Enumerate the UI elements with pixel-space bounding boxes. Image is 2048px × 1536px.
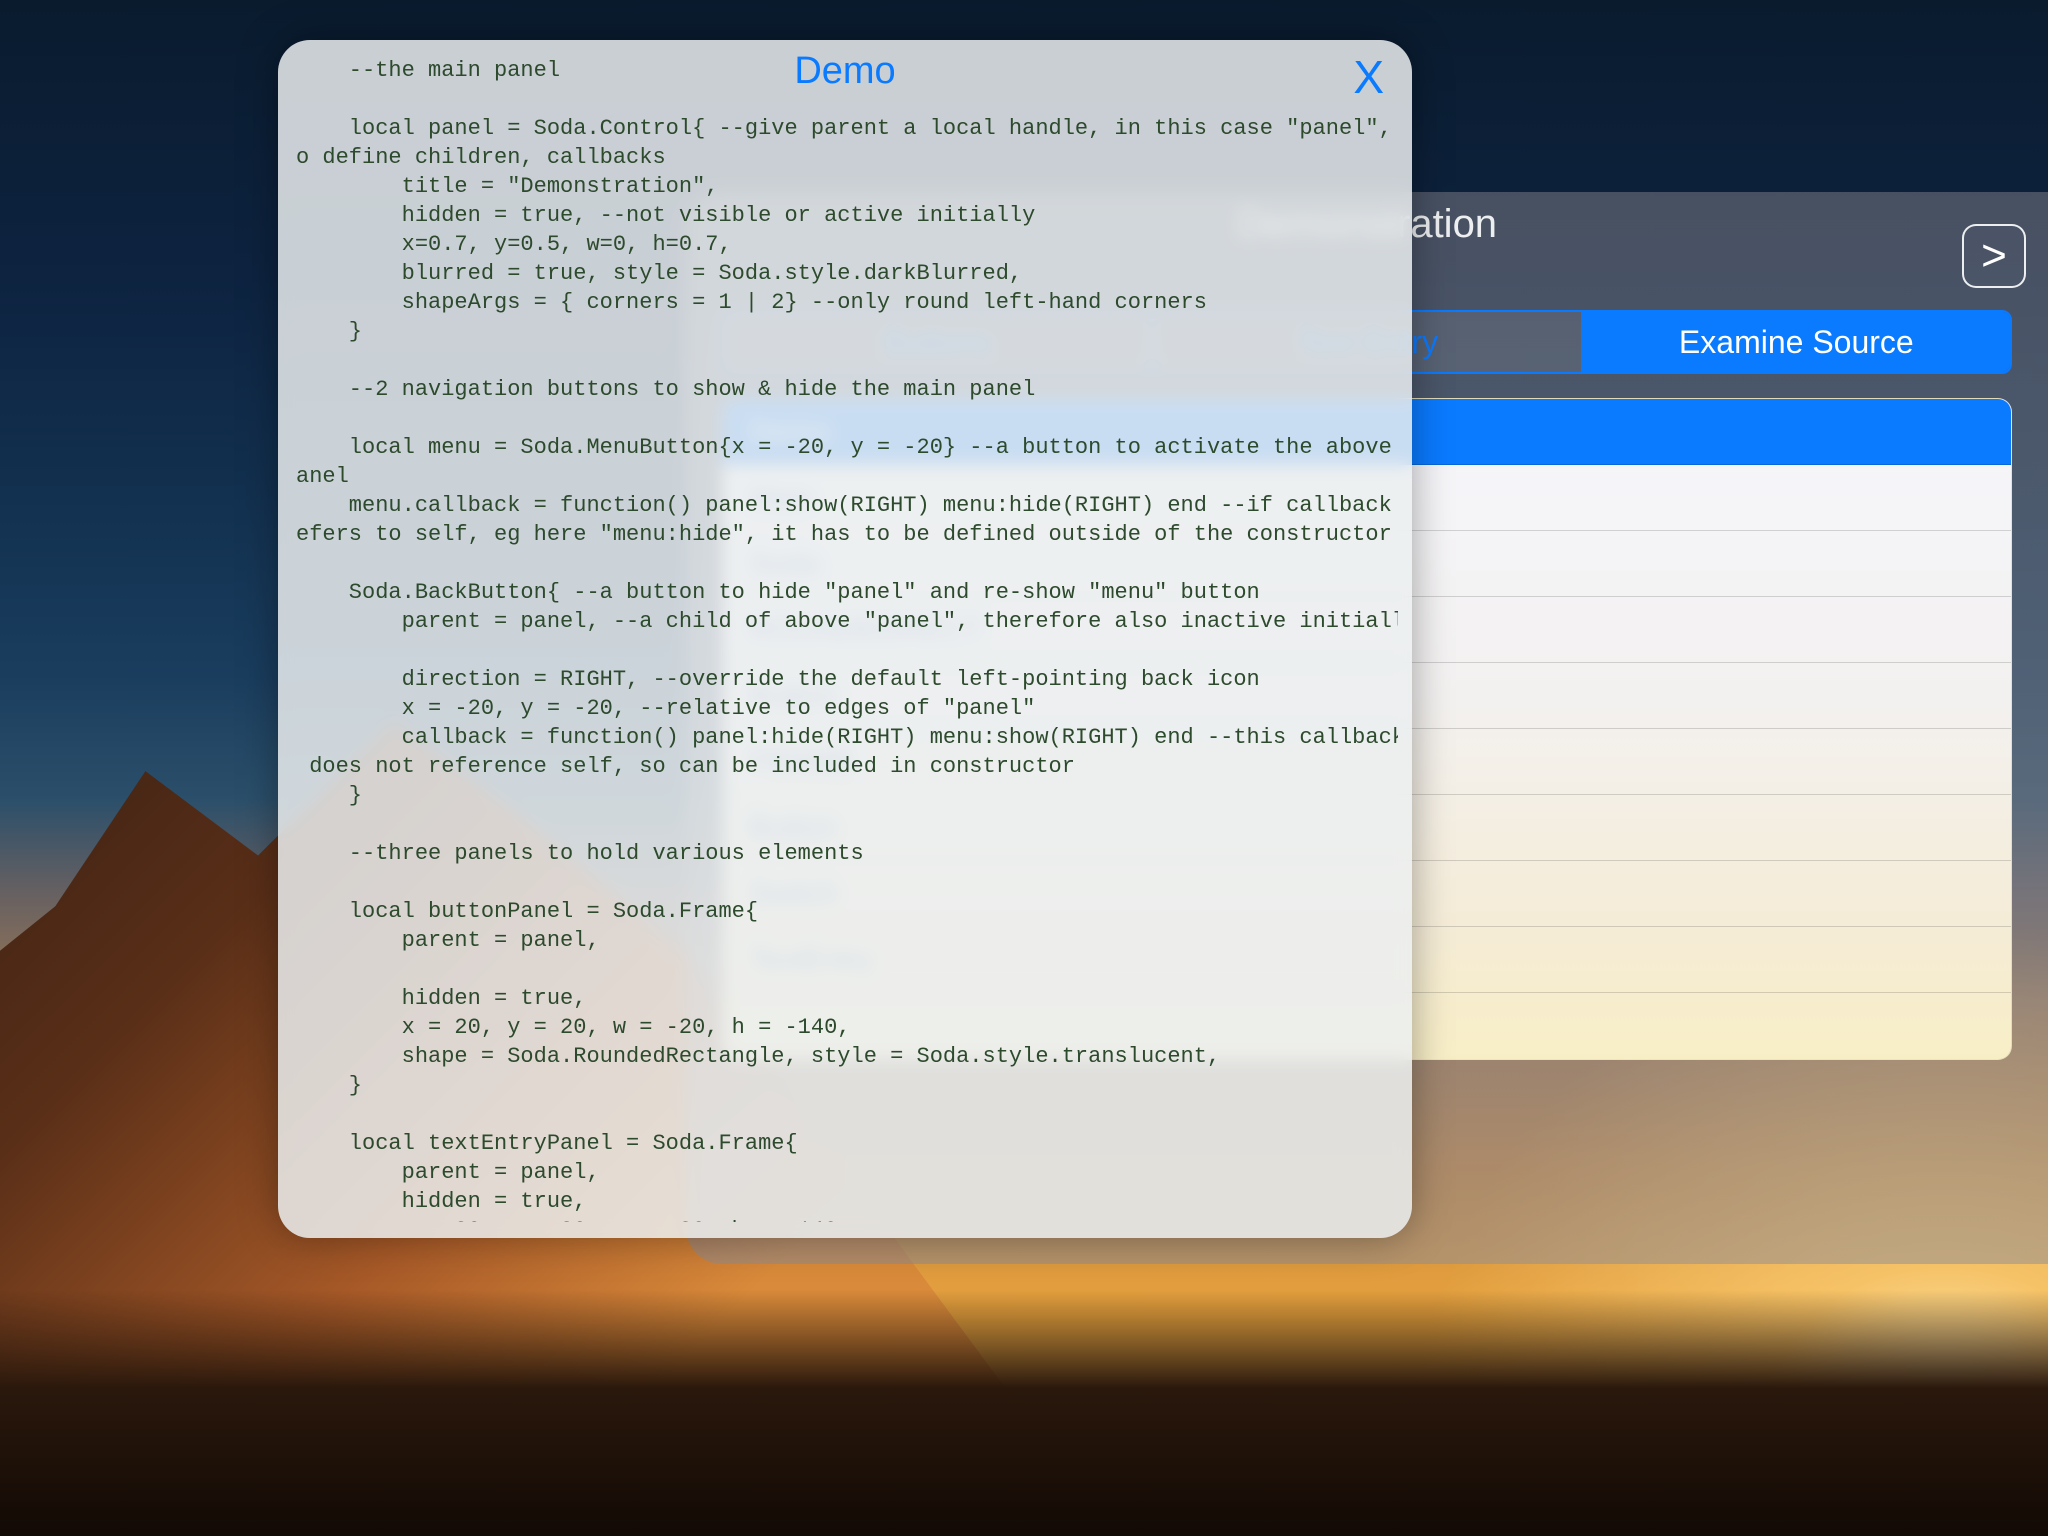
wallpaper-foreground — [0, 1290, 2048, 1536]
tab-examine-source[interactable]: Examine Source — [1583, 312, 2010, 372]
source-viewer-window: Demo X --the main panel local panel = So… — [278, 40, 1412, 1238]
chevron-right-icon: > — [1981, 231, 2007, 281]
source-code[interactable]: --the main panel local panel = Soda.Cont… — [296, 56, 1398, 1222]
run-button[interactable]: > — [1962, 224, 2026, 288]
